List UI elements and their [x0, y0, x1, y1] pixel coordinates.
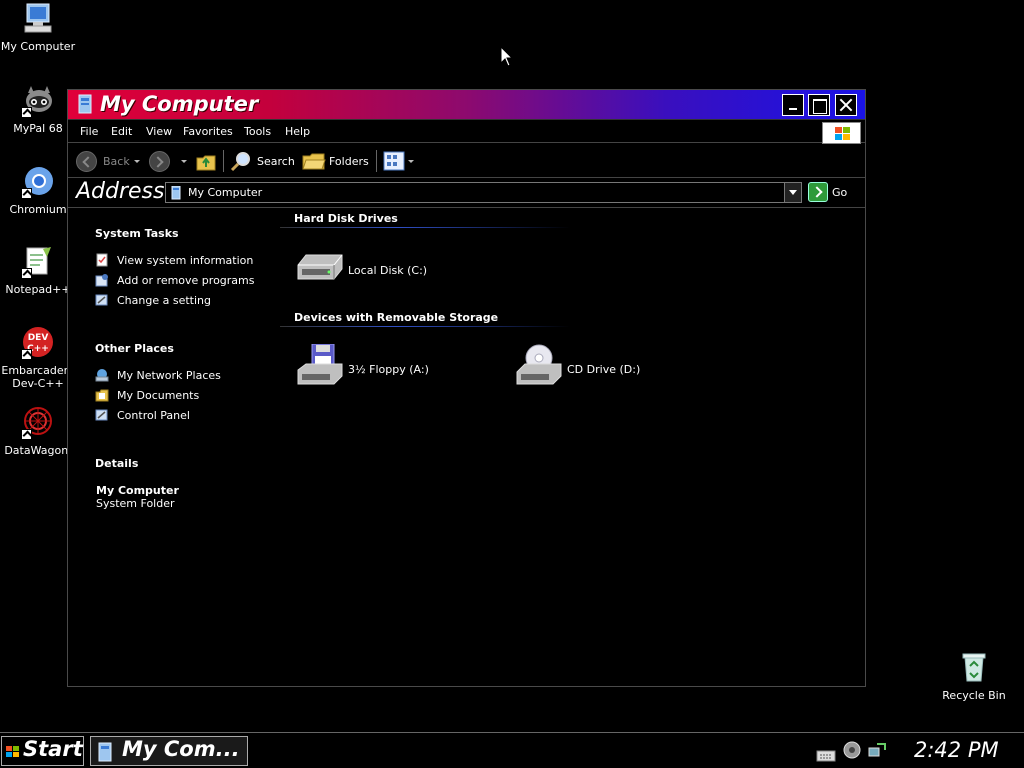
menu-view[interactable]: View [146, 125, 172, 138]
windows-flag-icon [6, 746, 19, 757]
back-dropdown-icon[interactable] [134, 160, 140, 163]
computer-icon [78, 94, 92, 114]
my-documents-icon [95, 389, 109, 402]
go-button[interactable]: Go [808, 182, 858, 203]
devcpp-icon: DEV C++ [21, 326, 55, 360]
group-divider [280, 326, 570, 327]
back-arrow-icon[interactable] [76, 151, 97, 172]
address-dropdown-icon[interactable] [784, 183, 801, 202]
details-heading[interactable]: Details [95, 457, 138, 470]
group-hard-disk-drives: Hard Disk Drives [294, 212, 398, 225]
shortcut-arrow-icon [21, 429, 32, 440]
network-icon[interactable] [867, 740, 887, 760]
hard-disk-icon [297, 254, 343, 280]
svg-text:DEV: DEV [28, 333, 49, 343]
forward-dropdown-icon[interactable] [181, 160, 187, 163]
details-name: My Computer [96, 484, 179, 497]
computer-icon [98, 742, 112, 762]
desktop-icon-label: Recycle Bin [942, 689, 1006, 702]
clock[interactable]: 2:42 PM [914, 738, 999, 762]
system-tray: 2:42 PM [810, 736, 1024, 766]
window-titlebar[interactable]: My Computer [68, 90, 865, 120]
computer-icon [21, 2, 55, 36]
other-places-heading[interactable]: Other Places [95, 342, 174, 355]
taskbar: Start My Com... 2:42 PM [0, 732, 1024, 768]
taskbar-item-my-computer[interactable]: My Com... [90, 736, 248, 766]
shortcut-arrow-icon [21, 107, 32, 118]
cd-drive-icon [516, 344, 562, 385]
network-places-icon [95, 369, 109, 382]
system-tasks-heading[interactable]: System Tasks [95, 227, 179, 240]
taskbar-item-label: My Com... [122, 737, 240, 761]
desktop-icon-recycle-bin[interactable]: Recycle Bin [934, 651, 1014, 702]
mouse-cursor-icon [500, 46, 514, 67]
cd-drive-d[interactable]: CD Drive (D:) [515, 344, 665, 394]
menu-bar: File Edit View Favorites Tools Help [68, 121, 865, 144]
up-folder-icon[interactable] [195, 151, 217, 173]
address-value: My Computer [188, 186, 263, 199]
floppy-drive-icon [297, 344, 343, 385]
local-disk-c[interactable]: Local Disk (C:) [296, 245, 436, 295]
floppy-drive-a[interactable]: 3½ Floppy (A:) [296, 344, 446, 394]
explorer-window: My Computer File Edit View Favorites Too… [67, 89, 866, 687]
control-panel-icon [95, 294, 108, 306]
chromium-icon [21, 165, 55, 199]
volume-speaker-icon[interactable] [842, 740, 862, 760]
keyboard-icon[interactable] [816, 746, 836, 766]
add-remove-programs-icon [95, 274, 108, 287]
standard-toolbar: Back Search Folders [68, 144, 865, 178]
shortcut-arrow-icon [21, 268, 32, 279]
go-label: Go [832, 186, 848, 199]
views-icon[interactable] [383, 151, 405, 171]
menu-file[interactable]: File [80, 125, 98, 138]
toolbar-separator [376, 150, 377, 172]
windows-flag-icon [822, 122, 861, 144]
menu-help[interactable]: Help [285, 125, 310, 138]
notepadpp-icon [21, 245, 55, 279]
views-dropdown-icon[interactable] [408, 160, 414, 163]
group-removable-storage: Devices with Removable Storage [294, 311, 499, 324]
desktop-icon-label: My Computer [0, 40, 76, 53]
control-panel-icon [95, 409, 108, 421]
forward-arrow-icon[interactable] [149, 151, 170, 172]
address-label: Address [76, 179, 165, 204]
address-input[interactable]: My Computer [165, 182, 802, 203]
go-arrow-icon [808, 182, 828, 202]
search-button[interactable]: Search [257, 155, 295, 168]
back-button-label[interactable]: Back [103, 155, 130, 168]
menu-edit[interactable]: Edit [111, 125, 132, 138]
start-label: Start [23, 737, 83, 761]
menu-tools[interactable]: Tools [244, 125, 271, 138]
folders-icon[interactable] [302, 151, 326, 171]
search-icon[interactable] [230, 150, 252, 172]
datawagon-icon [21, 406, 55, 440]
minimize-button[interactable] [782, 94, 804, 116]
window-title: My Computer [100, 92, 259, 116]
recycle-bin-icon [957, 651, 991, 685]
details-type: System Folder [96, 497, 175, 510]
mypal-raccoon-icon [21, 84, 55, 118]
system-info-icon [96, 253, 108, 267]
shortcut-arrow-icon [21, 349, 32, 360]
desktop-icon-my-computer[interactable]: My Computer [0, 2, 78, 53]
group-divider [280, 227, 570, 228]
folders-button[interactable]: Folders [329, 155, 369, 168]
maximize-button[interactable] [808, 94, 830, 116]
computer-icon [171, 186, 181, 200]
address-bar: Address My Computer Go [68, 179, 865, 208]
close-button[interactable] [835, 94, 857, 116]
shortcut-arrow-icon [21, 188, 32, 199]
menu-favorites[interactable]: Favorites [183, 125, 233, 138]
toolbar-separator [223, 150, 224, 172]
start-button[interactable]: Start [1, 736, 84, 766]
task-pane: System Tasks View system information Add… [95, 227, 255, 510]
